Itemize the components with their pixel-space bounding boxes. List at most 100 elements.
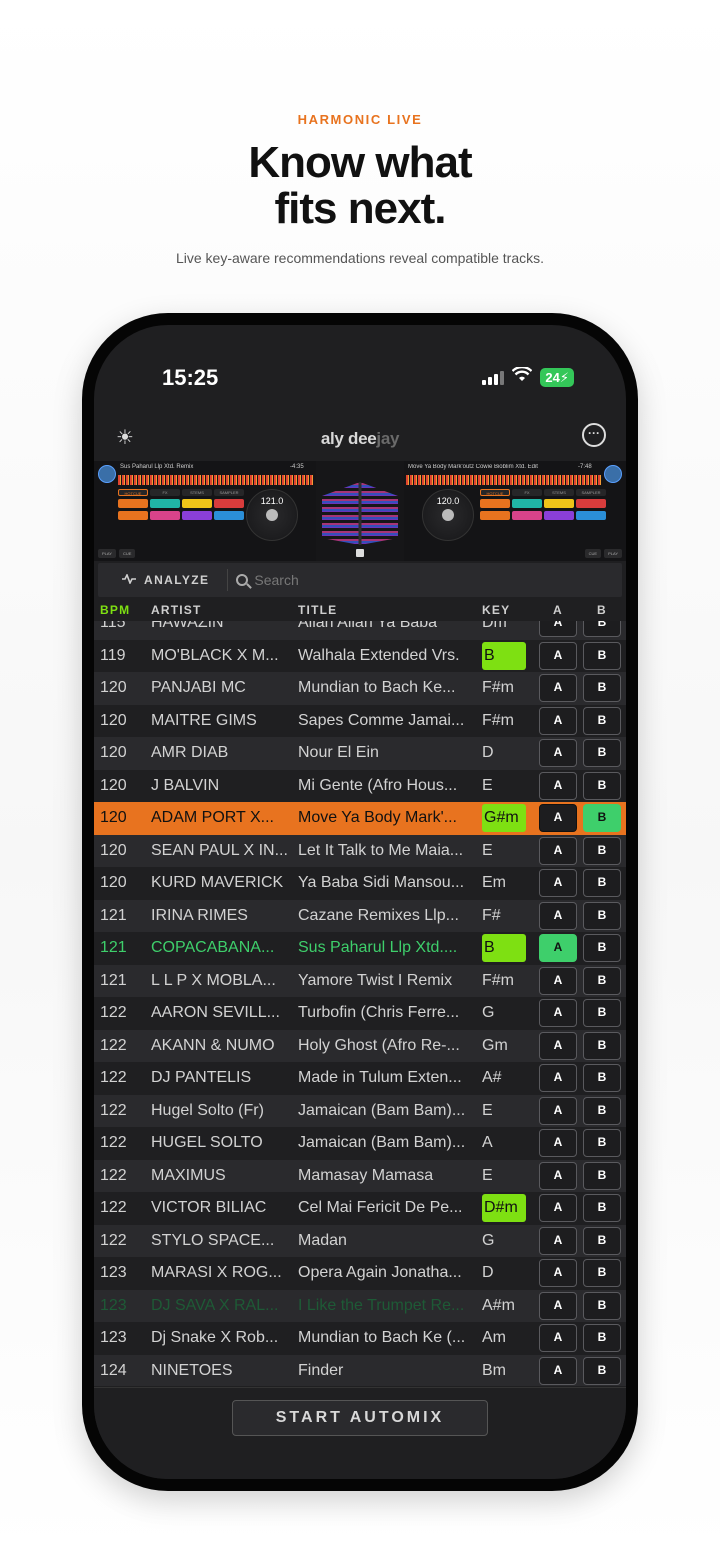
load-deck-b-button[interactable]: B bbox=[583, 1096, 621, 1125]
pad[interactable] bbox=[118, 499, 148, 508]
load-deck-b-button[interactable]: B bbox=[583, 771, 621, 800]
pad[interactable] bbox=[480, 511, 510, 520]
load-deck-b-button[interactable]: B bbox=[583, 966, 621, 995]
load-deck-b-button[interactable]: B bbox=[583, 1161, 621, 1190]
load-deck-a-button[interactable]: A bbox=[539, 1129, 577, 1157]
pad[interactable] bbox=[544, 511, 574, 520]
pad[interactable] bbox=[182, 499, 212, 508]
pad-tab-hotcue[interactable]: HOTCUE bbox=[480, 489, 510, 496]
table-row[interactable]: 120 J BALVIN Mi Gente (Afro Hous... E A B bbox=[94, 770, 626, 803]
load-deck-b-button[interactable]: B bbox=[583, 1031, 621, 1060]
pad[interactable] bbox=[214, 499, 244, 508]
pad[interactable] bbox=[182, 511, 212, 520]
pad-tab-stems[interactable]: STEMS bbox=[182, 489, 212, 496]
load-deck-b-button[interactable]: B bbox=[583, 1356, 621, 1385]
pad-tab-stems[interactable]: STEMS bbox=[544, 489, 574, 496]
more-icon[interactable]: ··· bbox=[582, 423, 606, 447]
table-row[interactable]: 123 MARASI X ROG... Opera Again Jonatha...… bbox=[94, 1257, 626, 1290]
load-deck-a-button[interactable]: A bbox=[539, 869, 577, 897]
pad[interactable] bbox=[512, 511, 542, 520]
table-row[interactable]: 120 SEAN PAUL X IN... Let It Talk to Me Ma… bbox=[94, 834, 626, 867]
load-deck-a-button[interactable]: A bbox=[539, 771, 577, 800]
table-row[interactable]: 124 NINETOES Finder Bm A B bbox=[94, 1354, 626, 1386]
load-deck-b-button-active[interactable]: B bbox=[583, 804, 621, 832]
pad-tab-fx[interactable]: FX bbox=[512, 489, 542, 496]
deck-left-cue-button[interactable]: CUE bbox=[118, 549, 136, 558]
load-deck-a-button[interactable]: A bbox=[539, 1031, 577, 1060]
column-header-bpm[interactable]: BPM bbox=[100, 603, 130, 617]
load-deck-a-button[interactable]: A bbox=[539, 901, 577, 930]
pad[interactable] bbox=[118, 511, 148, 520]
load-deck-b-button[interactable]: B bbox=[583, 1259, 621, 1287]
load-deck-b-button[interactable]: B bbox=[583, 1129, 621, 1157]
load-deck-a-button[interactable]: A bbox=[539, 621, 577, 637]
pad[interactable] bbox=[150, 499, 180, 508]
table-row[interactable]: 122 AARON SEVILL... Turbofin (Chris Ferre.… bbox=[94, 997, 626, 1030]
deck-right-platter[interactable]: 120.0 bbox=[422, 489, 474, 541]
load-deck-b-button[interactable]: B bbox=[583, 674, 621, 702]
load-deck-a-button[interactable]: A bbox=[539, 1096, 577, 1125]
load-deck-b-button[interactable]: B bbox=[583, 869, 621, 897]
load-deck-b-button[interactable]: B bbox=[583, 1226, 621, 1255]
search-input[interactable] bbox=[254, 572, 585, 588]
load-deck-a-button[interactable]: A bbox=[539, 804, 577, 832]
table-row[interactable]: 122 MAXIMUS Mamasay Mamasa E A B bbox=[94, 1159, 626, 1192]
deck-left-waveform[interactable] bbox=[118, 475, 314, 485]
table-row[interactable]: 122 Hugel Solto (Fr) Jamaican (Bam Bam)...… bbox=[94, 1094, 626, 1127]
load-deck-b-button[interactable]: B bbox=[583, 621, 621, 637]
load-deck-b-button[interactable]: B bbox=[583, 934, 621, 962]
load-deck-a-button[interactable]: A bbox=[539, 674, 577, 702]
deck-right-cue-button[interactable]: CUE bbox=[584, 549, 602, 558]
table-row-playing-deck-b[interactable]: 120 ADAM PORT X... Move Ya Body Mark'... G#… bbox=[94, 802, 626, 835]
table-row[interactable]: 122 STYLO SPACE... Madan G A B bbox=[94, 1224, 626, 1257]
column-header-artist[interactable]: ARTIST bbox=[151, 603, 202, 617]
load-deck-a-button[interactable]: A bbox=[539, 1291, 577, 1320]
load-deck-b-button[interactable]: B bbox=[583, 901, 621, 930]
load-deck-b-button[interactable]: B bbox=[583, 706, 621, 735]
load-deck-a-button[interactable]: A bbox=[539, 1226, 577, 1255]
table-row[interactable]: 120 PANJABI MC Mundian to Bach Ke... F#m A B bbox=[94, 672, 626, 705]
load-deck-a-button[interactable]: A bbox=[539, 641, 577, 670]
table-row[interactable]: 122 VICTOR BILIAC Cel Mai Fericit De Pe...… bbox=[94, 1192, 626, 1225]
pad[interactable] bbox=[576, 511, 606, 520]
table-row[interactable]: 120 AMR DIAB Nour El Ein D A B bbox=[94, 737, 626, 770]
pad-tab-hotcue[interactable]: HOTCUE bbox=[118, 489, 148, 496]
load-deck-b-button[interactable]: B bbox=[583, 1291, 621, 1320]
pad[interactable] bbox=[480, 499, 510, 508]
track-list[interactable]: 115 HAWAZIN Allah Allah Ya Baba Dm A B 119 MO'… bbox=[94, 621, 626, 1386]
load-deck-b-button[interactable]: B bbox=[583, 1324, 621, 1352]
deck-left-play-button[interactable]: PLAY bbox=[98, 549, 116, 558]
table-row[interactable]: 122 DJ PANTELIS Made in Tulum Exten... A# A B bbox=[94, 1062, 626, 1095]
deck-right-waveform[interactable] bbox=[406, 475, 602, 485]
pad[interactable] bbox=[576, 499, 606, 508]
load-deck-a-button[interactable]: A bbox=[539, 1064, 577, 1092]
load-deck-b-button[interactable]: B bbox=[583, 1194, 621, 1222]
column-header-title[interactable]: TITLE bbox=[298, 603, 337, 617]
deck-left-platter[interactable]: 121.0 bbox=[246, 489, 298, 541]
start-automix-button[interactable]: START AUTOMIX bbox=[232, 1400, 488, 1436]
pad[interactable] bbox=[512, 499, 542, 508]
load-deck-b-button[interactable]: B bbox=[583, 1064, 621, 1092]
table-row[interactable]: 121 IRINA RIMES Cazane Remixes Llp... F# A B bbox=[94, 899, 626, 932]
pad[interactable] bbox=[150, 511, 180, 520]
table-row[interactable]: 122 HUGEL SOLTO Jamaican (Bam Bam)... A A B bbox=[94, 1127, 626, 1160]
analyze-button[interactable]: ANALYZE bbox=[98, 569, 229, 591]
pad-tab-fx[interactable]: FX bbox=[150, 489, 180, 496]
table-row[interactable]: 121 L L P X MOBLA... Yamore Twist I Remix F… bbox=[94, 964, 626, 997]
table-row[interactable]: 123 Dj Snake X Rob... Mundian to Bach Ke (… bbox=[94, 1322, 626, 1355]
load-deck-b-button[interactable]: B bbox=[583, 641, 621, 670]
table-row[interactable]: 115 HAWAZIN Allah Allah Ya Baba Dm A B bbox=[94, 621, 626, 640]
load-deck-a-button[interactable]: A bbox=[539, 836, 577, 865]
load-deck-a-button[interactable]: A bbox=[539, 1194, 577, 1222]
table-row[interactable]: 119 MO'BLACK X M... Walhala Extended Vrs. B… bbox=[94, 640, 626, 673]
table-row[interactable]: 120 KURD MAVERICK Ya Baba Sidi Mansou... Em… bbox=[94, 867, 626, 900]
load-deck-a-button[interactable]: A bbox=[539, 1259, 577, 1287]
column-header-key[interactable]: KEY bbox=[482, 603, 510, 617]
pad[interactable] bbox=[214, 511, 244, 520]
load-deck-a-button[interactable]: A bbox=[539, 739, 577, 767]
load-deck-a-button[interactable]: A bbox=[539, 706, 577, 735]
load-deck-a-button[interactable]: A bbox=[539, 1356, 577, 1385]
table-row-playing-deck-a[interactable]: 121 COPACABANA... Sus Paharul Llp Xtd.... B… bbox=[94, 932, 626, 965]
deck-right-play-button[interactable]: PLAY bbox=[604, 549, 622, 558]
load-deck-a-button[interactable]: A bbox=[539, 1161, 577, 1190]
